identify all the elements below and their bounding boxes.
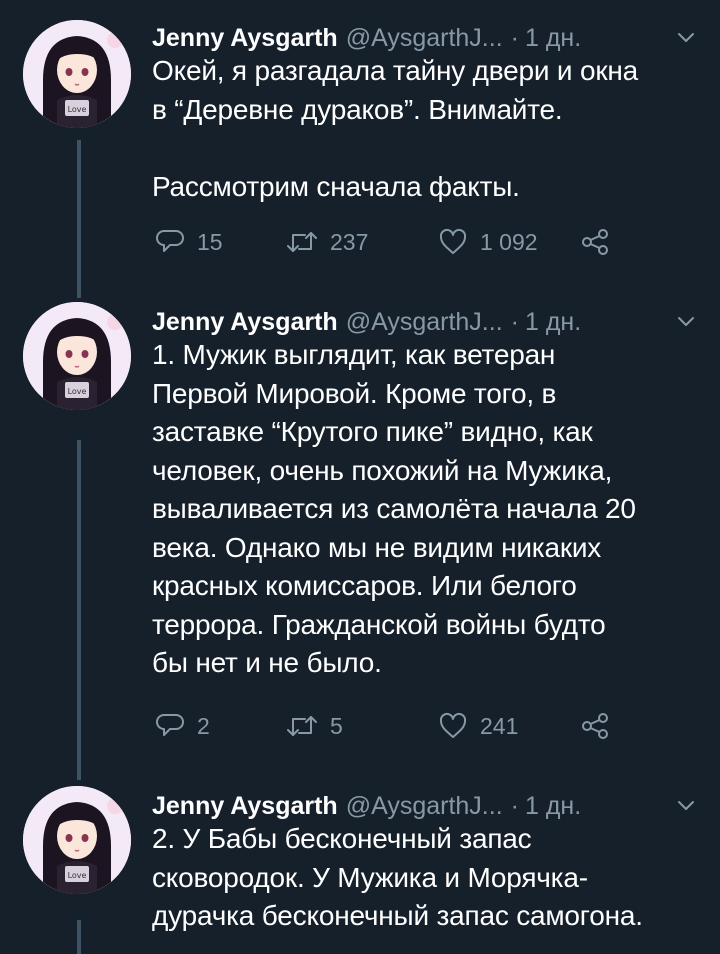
timestamp[interactable]: 1 дн. [525,24,581,53]
retweet-icon [287,716,317,736]
dot-separator: · [510,791,519,820]
share-button[interactable] [580,708,610,744]
heart-icon [439,712,467,738]
tweet-text: 2. У Бабы бесконечный запас сковородок. … [152,823,643,931]
chevron-down-icon[interactable] [675,794,697,816]
tweet[interactable]: Love Jenny Aysgarth @AysgarthJ... · 1 дн… [0,18,720,288]
svg-text:Love: Love [68,105,87,114]
dot-separator: · [510,23,519,52]
avatar[interactable]: Love [23,302,131,410]
reply-count: 2 [197,712,210,739]
like-button[interactable]: 241 [438,708,518,744]
reply-icon [156,714,184,736]
tweet[interactable]: Love Jenny Aysgarth @AysgarthJ... · 1 дн… [0,302,720,762]
like-button[interactable]: 1 092 [438,224,538,260]
anime-girl-avatar-icon: Love [23,302,131,410]
retweet-button[interactable]: 5 [286,708,343,744]
tweet-text: Окей, я разгадала тайну двери и окна в “… [152,55,638,202]
reply-count: 15 [197,228,223,255]
author-handle[interactable]: @AysgarthJ... [346,308,503,337]
reply-button[interactable]: 15 [155,224,223,260]
retweet-count: 5 [330,712,343,739]
author-name[interactable]: Jenny Aysgarth [152,24,338,53]
share-button[interactable] [580,224,610,260]
svg-text:Love: Love [68,871,87,880]
reply-icon [156,230,184,252]
tweet-actions: 2 5 241 [155,708,625,744]
retweet-icon [287,232,317,252]
like-count: 241 [480,712,519,739]
author-handle[interactable]: @AysgarthJ... [346,792,503,821]
author-name[interactable]: Jenny Aysgarth [152,308,338,337]
avatar[interactable]: Love [23,786,131,894]
svg-text:Love: Love [68,387,87,396]
like-count: 1 092 [480,228,538,255]
timestamp[interactable]: 1 дн. [525,308,581,337]
author-name[interactable]: Jenny Aysgarth [152,792,338,821]
dot-separator: · [510,307,519,336]
avatar[interactable]: Love [23,20,131,128]
retweet-button[interactable]: 237 [286,224,368,260]
heart-icon [439,228,467,254]
timestamp[interactable]: 1 дн. [525,792,581,821]
chevron-down-icon[interactable] [675,310,697,332]
anime-girl-avatar-icon: Love [23,786,131,894]
author-handle[interactable]: @AysgarthJ... [346,24,503,53]
share-icon [582,713,608,739]
share-icon [582,229,608,255]
chevron-down-icon[interactable] [675,26,697,48]
tweet[interactable]: Love Jenny Aysgarth @AysgarthJ... · 1 дн… [0,786,720,954]
tweet-actions: 15 237 1 092 [155,224,625,260]
reply-button[interactable]: 2 [155,708,210,744]
tweet-text: 1. Мужик выглядит, как ветеран Первой Ми… [152,339,636,678]
anime-girl-avatar-icon: Love [23,20,131,128]
retweet-count: 237 [330,228,369,255]
